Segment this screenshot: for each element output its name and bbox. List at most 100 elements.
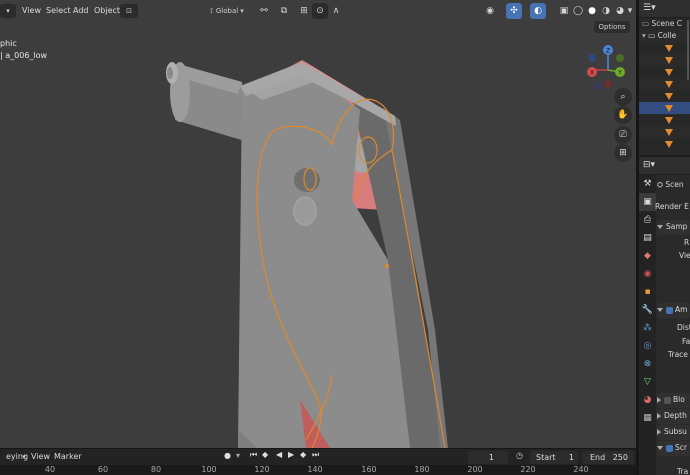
interaction-mode-dropdown[interactable]: ▾ — [0, 4, 16, 18]
screen-space-header[interactable]: Scr — [657, 443, 687, 452]
scene-collection-icon: ▭ — [642, 19, 650, 28]
ao-checkbox[interactable] — [666, 306, 673, 314]
properties-editor: ⊟▾ ⚒ ▣ ⎙ ▤ ◆ ◉ ▪ 🔧 ⁂ ◎ ⊗ ▽ ◕ ▦ ⛭ Scen Re… — [639, 157, 690, 475]
scene-row: ⛭ Scen — [657, 180, 684, 190]
chevron-down-icon[interactable]: ▾ — [236, 451, 240, 460]
texture-tab-icon[interactable]: ▦ — [639, 409, 656, 427]
collection-icon: ▭ — [648, 31, 656, 40]
bloom-label: Blo — [673, 395, 685, 404]
chevron-right-icon — [657, 397, 661, 403]
visibility-icon[interactable]: ◉ — [482, 3, 498, 19]
transform-orientation-dropdown[interactable]: ⟟ Global ▾ — [202, 4, 252, 18]
mesh-object-row-selected[interactable] — [639, 102, 690, 114]
ambient-occlusion-header[interactable]: Am — [657, 305, 687, 314]
outliner-scrollbar[interactable] — [687, 20, 689, 80]
clock-icon[interactable]: ◷ — [516, 451, 523, 460]
mesh-object-row[interactable] — [639, 90, 690, 102]
scene-collection-label: Scene C — [651, 19, 682, 28]
outliner-editor-icon[interactable]: ☰▾ — [643, 3, 656, 13]
bloom-checkbox[interactable] — [664, 396, 671, 404]
properties-header: ⊟▾ — [639, 157, 690, 175]
record-icon[interactable]: ● — [224, 451, 231, 460]
mesh-object-row[interactable] — [639, 138, 690, 150]
view-layer-tab-icon[interactable]: ▤ — [639, 229, 656, 247]
data-tab-icon[interactable]: ▽ — [639, 373, 656, 391]
prev-keyframe-icon[interactable]: ◆ — [262, 450, 268, 459]
next-keyframe-icon[interactable]: ◆ — [300, 450, 306, 459]
scene-tab-icon[interactable]: ◆ — [639, 247, 656, 265]
properties-content: ⛭ Scen Render E Samp R Vie Am Dista Fa T… — [655, 175, 690, 475]
render-engine-label: Render E — [655, 202, 689, 211]
snap-icon[interactable]: ⧉ — [276, 3, 292, 19]
perspective-grid-icon[interactable]: ⊞ — [614, 144, 632, 162]
depth-of-field-header[interactable]: Depth — [657, 411, 687, 420]
mesh-icon — [665, 56, 673, 64]
mesh-object-row[interactable] — [639, 54, 690, 66]
object-mode-icon[interactable]: ⊡ — [120, 4, 138, 18]
pan-hand-icon[interactable]: ✋ — [614, 106, 632, 124]
current-frame-field[interactable]: 1 — [468, 451, 508, 464]
menu-marker[interactable]: Marker — [48, 448, 88, 466]
options-label: Options — [598, 23, 626, 31]
sampling-header[interactable]: Samp — [657, 222, 687, 231]
frame-ruler[interactable]: 40 60 80 100 120 140 160 180 200 220 240 — [0, 465, 636, 475]
scene-collection-row[interactable]: ▭ Scene C — [639, 18, 690, 30]
gizmo-toggle-icon[interactable]: ✣ — [506, 3, 522, 19]
collection-row[interactable]: ▾ ▭ Colle — [639, 30, 690, 42]
mesh-object-row[interactable] — [639, 42, 690, 54]
sampling-label: Samp — [666, 222, 688, 231]
material-tab-icon[interactable]: ◕ — [639, 391, 656, 409]
3d-scene[interactable] — [0, 22, 636, 448]
constraints-tab-icon[interactable]: ⊗ — [639, 355, 656, 373]
bracket-body — [238, 60, 448, 448]
render-tab-icon[interactable]: ▣ — [639, 193, 656, 211]
3d-viewport[interactable]: ▾ View Select Add Object ⊡ ⟟ Global ▾ ⚯ … — [0, 0, 636, 448]
camera-view-icon[interactable]: ⎚ — [614, 126, 632, 144]
shading-options-icon[interactable]: ▾ — [624, 3, 636, 19]
ao-label: Am — [675, 305, 688, 314]
mesh-object-row[interactable] — [639, 114, 690, 126]
overlay-toggle-icon[interactable]: ◐ — [530, 3, 546, 19]
play-reverse-icon[interactable]: ◀ — [276, 450, 282, 459]
trace-precision-label: Trace P — [668, 350, 690, 359]
proportional-editing-icon[interactable]: ⊙ — [312, 3, 328, 19]
object-tab-icon[interactable]: ▪ — [639, 283, 656, 301]
chevron-right-icon — [657, 413, 661, 419]
world-tab-icon[interactable]: ◉ — [639, 265, 656, 283]
ruler-tick: 120 — [254, 465, 270, 474]
mesh-icon — [665, 104, 673, 112]
ruler-tick: 200 — [467, 465, 483, 474]
mesh-icon — [665, 80, 673, 88]
chevron-down-icon — [657, 225, 663, 229]
object-name-text: | a_006_low — [0, 51, 48, 60]
pin-cylinder — [166, 62, 248, 142]
zoom-icon[interactable]: ⌕ — [614, 88, 632, 106]
current-frame-value: 1 — [488, 453, 494, 462]
pivot-point-icon[interactable]: ⚯ — [256, 3, 272, 19]
jump-start-icon[interactable]: ⏮ — [250, 450, 257, 460]
falloff-icon[interactable]: ∧ — [328, 3, 344, 19]
particles-tab-icon[interactable]: ⁂ — [639, 319, 656, 337]
mesh-object-row[interactable] — [639, 78, 690, 90]
tool-tab-icon[interactable]: ⚒ — [639, 175, 656, 193]
snap-settings-icon[interactable]: ⊞ — [296, 3, 312, 19]
properties-editor-icon[interactable]: ⊟▾ — [643, 160, 655, 170]
svg-text:X: X — [590, 70, 594, 77]
end-frame-field[interactable]: End 250 — [582, 451, 634, 464]
jump-end-icon[interactable]: ⏭ — [312, 450, 319, 460]
play-icon[interactable]: ▶ — [288, 450, 294, 459]
output-tab-icon[interactable]: ⎙ — [639, 211, 656, 229]
bloom-header[interactable]: Blo — [657, 395, 685, 404]
collapse-arrow-icon: ▾ — [642, 31, 646, 40]
ssr-checkbox[interactable] — [666, 444, 673, 452]
chevron-down-icon — [657, 308, 663, 312]
mesh-object-row[interactable] — [639, 66, 690, 78]
physics-tab-icon[interactable]: ◎ — [639, 337, 656, 355]
mesh-object-row[interactable] — [639, 126, 690, 138]
start-frame-field[interactable]: Start 1 — [530, 451, 578, 464]
options-button[interactable]: Options — [594, 21, 630, 33]
outliner-header: ☰▾ — [639, 0, 690, 18]
ruler-tick: 60 — [97, 465, 109, 474]
modifier-tab-icon[interactable]: 🔧 — [639, 301, 656, 319]
subsurface-header[interactable]: Subsu — [657, 427, 687, 436]
